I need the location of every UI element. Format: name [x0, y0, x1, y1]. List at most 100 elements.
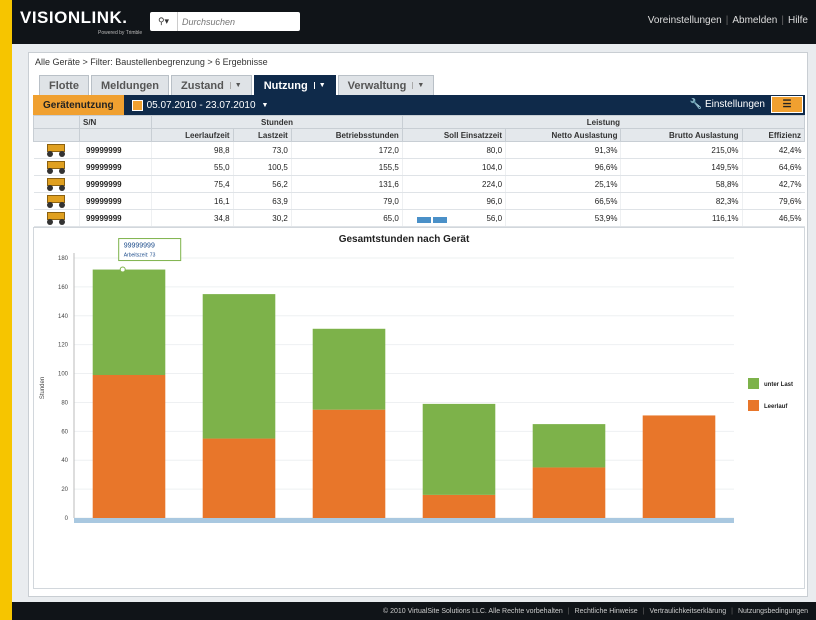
chevron-down-icon[interactable]: ▼: [313, 82, 326, 89]
menu-button[interactable]: ☰: [771, 96, 803, 113]
y-tick-label: 40: [61, 458, 68, 464]
column-header[interactable]: Soll Einsatzzeit: [401, 128, 507, 142]
chart-bar-load: [532, 424, 606, 468]
tab-label: Flotte: [49, 79, 79, 92]
search-icon[interactable]: ⚲▾: [150, 12, 178, 31]
leistung-header: Leistung: [401, 115, 806, 129]
chevron-down-icon[interactable]: ▼: [262, 102, 269, 109]
y-tick-label: 140: [58, 314, 69, 320]
search-box[interactable]: ⚲▾: [150, 12, 300, 31]
column-header[interactable]: Lastzeit: [232, 128, 292, 142]
settings-button[interactable]: 🔧 Einstellungen: [690, 99, 765, 110]
chart-bar-idle: [312, 409, 386, 518]
panel-splitter[interactable]: [417, 217, 447, 223]
icon-subheader: [33, 128, 80, 142]
table-cell: 224,0: [401, 175, 506, 193]
tab-flotte[interactable]: Flotte: [39, 75, 89, 95]
legend-label: unter Last: [764, 382, 793, 388]
y-tick-label: 180: [58, 256, 69, 262]
machine-icon: [33, 192, 80, 210]
table-cell: 65,0: [290, 209, 403, 227]
table-cell: 53,9%: [505, 209, 621, 227]
tab-verwaltung[interactable]: Verwaltung ▼: [337, 75, 435, 95]
privacy-link[interactable]: Vertraulichkeitserklärung: [649, 608, 726, 615]
legend-swatch: [748, 378, 759, 389]
machine-wheel: [47, 201, 54, 208]
table-cell: 34,8: [151, 209, 234, 227]
date-range-picker[interactable]: 05.07.2010 - 23.07.2010 ▼: [131, 99, 269, 111]
column-header[interactable]: Netto Auslastung: [505, 128, 622, 142]
column-header[interactable]: Leerlaufzeit: [151, 128, 234, 142]
table-cell: 98,8: [151, 141, 234, 159]
serial-number-cell[interactable]: 99999999: [78, 209, 152, 227]
collapse-up-icon[interactable]: [417, 217, 431, 223]
collapse-down-icon[interactable]: [433, 217, 447, 223]
table-cell: 155,5: [290, 158, 403, 176]
table-cell: 172,0: [290, 141, 403, 159]
table-row[interactable]: 99999999 75,4 56,2 131,6 224,0 25,1% 58,8% 42,7…: [33, 175, 805, 193]
table-cell: 55,0: [151, 158, 234, 176]
table-cell: 131,6: [290, 175, 403, 193]
machine-wheel: [59, 150, 66, 157]
table-cell: 25,1%: [505, 175, 621, 193]
chevron-down-icon[interactable]: ▼: [229, 82, 242, 89]
visionlink-logo: VISIONLINK.: [20, 8, 128, 27]
machine-wheel: [47, 150, 54, 157]
stunden-header: Stunden: [151, 115, 403, 129]
machine-icon: [33, 209, 80, 227]
serial-number-cell[interactable]: 99999999: [78, 192, 152, 210]
column-header[interactable]: Brutto Auslastung: [620, 128, 743, 142]
serial-number-cell[interactable]: 99999999: [78, 175, 152, 193]
top-links: Voreinstellungen | Abmelden | Hilfe: [648, 15, 808, 26]
tab-label: Meldungen: [100, 79, 160, 92]
table-cell: 64,6%: [741, 158, 805, 176]
y-tick-label: 120: [58, 343, 69, 349]
section-title: Gerätenutzung: [33, 95, 124, 115]
terms-link[interactable]: Nutzungsbedingungen: [738, 608, 808, 615]
tab-label: Verwaltung: [347, 79, 407, 92]
search-input[interactable]: [178, 16, 293, 27]
table-cell: 79,0: [290, 192, 403, 210]
table-cell: 91,3%: [505, 141, 621, 159]
menu-icon: ☰: [782, 99, 792, 110]
preferences-link[interactable]: Voreinstellungen: [648, 15, 722, 26]
hours-chart: Gesamtstunden nach Gerät Stunden 0 20 40 60 80…: [40, 234, 793, 523]
tab-label: Zustand: [181, 79, 224, 92]
sn-header[interactable]: S/N: [78, 115, 153, 129]
chart-bar-idle: [422, 494, 496, 518]
table-row[interactable]: 99999999 98,8 73,0 172,0 80,0 91,3% 215,0% 42,4…: [33, 141, 805, 159]
chart-title: Gesamtstunden nach Gerät: [339, 234, 470, 245]
serial-number-cell[interactable]: 99999999: [78, 141, 152, 159]
table-cell: 58,8%: [620, 175, 743, 193]
chart-bar-idle: [532, 467, 606, 518]
tab-zustand[interactable]: Zustand ▼: [171, 75, 252, 95]
table-cell: 149,5%: [620, 158, 743, 176]
tab-label: Nutzung: [263, 79, 308, 92]
table-cell: 42,7%: [741, 175, 805, 193]
tab-meldungen[interactable]: Meldungen: [90, 75, 170, 95]
y-tick-label: 0: [65, 516, 69, 522]
help-link[interactable]: Hilfe: [788, 15, 808, 26]
wrench-icon: 🔧: [689, 99, 703, 110]
tab-nutzung[interactable]: Nutzung ▼: [253, 75, 336, 95]
table-row[interactable]: 99999999 16,1 63,9 79,0 96,0 66,5% 82,3% 79,6%: [33, 192, 805, 210]
machine-icon: [33, 158, 80, 176]
table-cell: 42,4%: [741, 141, 805, 159]
machine-icon: [33, 175, 80, 193]
chevron-down-icon[interactable]: ▼: [412, 82, 424, 89]
column-header[interactable]: Betriebsstunden: [290, 128, 403, 142]
machine-wheel: [47, 184, 54, 191]
y-tick-label: 160: [58, 285, 69, 291]
machine-icon-shape: [41, 194, 71, 208]
footer: © 2010 VirtualSite Solutions LLC. Alle R…: [12, 602, 816, 620]
legal-notice-link[interactable]: Rechtliche Hinweise: [575, 608, 638, 615]
breadcrumb[interactable]: Alle Geräte > Filter: Baustellenbegrenzu…: [35, 57, 268, 67]
calendar-icon[interactable]: [131, 99, 143, 111]
utilization-toolbar: Gerätenutzung 05.07.2010 - 23.07.2010 ▼ …: [33, 95, 805, 115]
legend-swatch: [748, 400, 759, 411]
serial-number-cell[interactable]: 99999999: [78, 158, 152, 176]
table-row[interactable]: 99999999 55,0 100,5 155,5 104,0 96,6% 149,5% 64…: [33, 158, 805, 176]
column-header[interactable]: Effizienz: [741, 128, 806, 142]
logout-link[interactable]: Abmelden: [732, 15, 777, 26]
machine-icon-shape: [41, 211, 71, 225]
